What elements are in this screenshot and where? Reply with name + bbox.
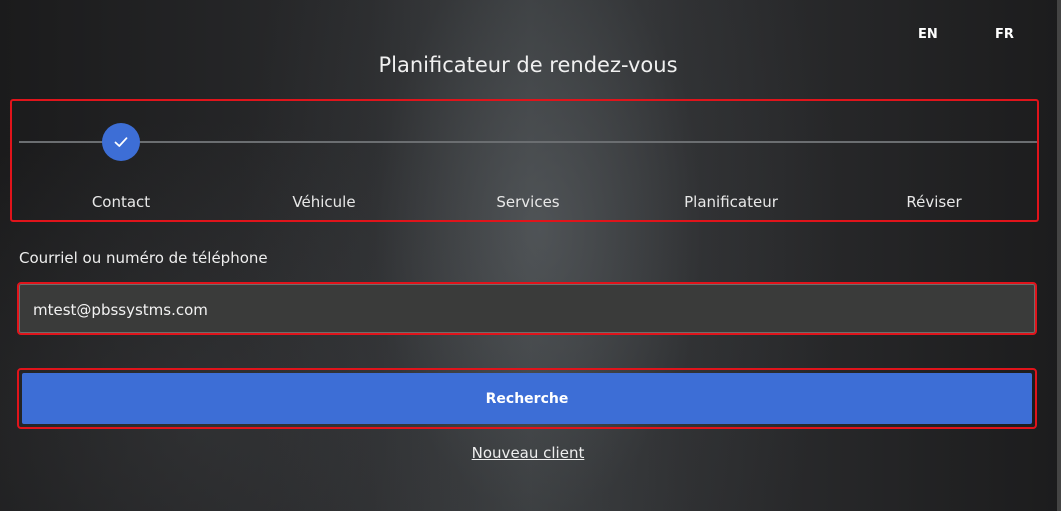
- step-label-vehicle: Véhicule: [292, 193, 356, 211]
- step-label-services: Services: [496, 193, 560, 211]
- stepper-track: [19, 141, 1037, 143]
- step-label-scheduler: Planificateur: [684, 193, 778, 211]
- step-label-contact: Contact: [91, 193, 151, 211]
- page-title: Planificateur de rendez-vous: [378, 53, 678, 77]
- new-client-link[interactable]: Nouveau client: [472, 444, 585, 462]
- progress-stepper: Contact Véhicule Services Planificateur …: [10, 99, 1039, 222]
- search-button[interactable]: Recherche: [22, 373, 1032, 424]
- search-button-container: Recherche: [17, 368, 1037, 429]
- language-fr-button[interactable]: FR: [995, 27, 1014, 42]
- check-icon: [114, 137, 128, 147]
- contact-input[interactable]: [31, 284, 1025, 335]
- step-label-review: Réviser: [906, 193, 962, 211]
- contact-field-container: [17, 282, 1037, 335]
- new-client-row: Nouveau client: [0, 444, 1056, 462]
- language-en-button[interactable]: EN: [918, 27, 938, 42]
- window-edge: [1057, 0, 1061, 511]
- step-contact-indicator: [102, 123, 140, 161]
- contact-field-label: Courriel ou numéro de téléphone: [19, 249, 268, 267]
